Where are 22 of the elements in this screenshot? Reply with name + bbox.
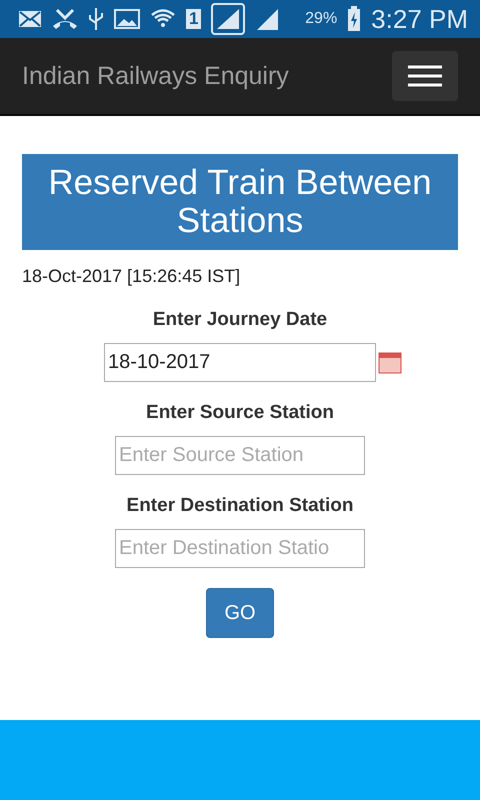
field-label: Enter Journey Date <box>152 309 328 331</box>
field-label: Enter Source Station <box>146 402 334 424</box>
battery-percent: 29% <box>305 10 338 28</box>
field-label: Enter Destination Station <box>126 495 354 517</box>
menu-button[interactable] <box>392 51 458 101</box>
station-field[interactable]: Enter Destination Statio <box>115 529 365 568</box>
signal-icon <box>255 7 280 31</box>
go-button[interactable]: GO <box>206 588 274 638</box>
page-heading: Reserved Train Between Stations <box>22 154 458 250</box>
image-icon <box>114 9 140 29</box>
clock: 3:27 PM <box>371 4 468 34</box>
usb-icon <box>88 7 104 31</box>
date-field[interactable]: 18-10-2017 <box>104 343 376 382</box>
station-field[interactable]: Enter Source Station <box>115 436 365 475</box>
signal-icon <box>211 3 246 35</box>
missed-call-icon <box>52 8 78 30</box>
timestamp: 18-Oct-2017 [15:26:45 IST] <box>22 266 242 287</box>
menu-icon <box>408 65 442 87</box>
battery-charging-icon <box>347 6 362 32</box>
mail-icon <box>18 10 42 28</box>
calendar-icon[interactable] <box>378 352 402 374</box>
sim-indicator: 1 <box>186 9 202 29</box>
